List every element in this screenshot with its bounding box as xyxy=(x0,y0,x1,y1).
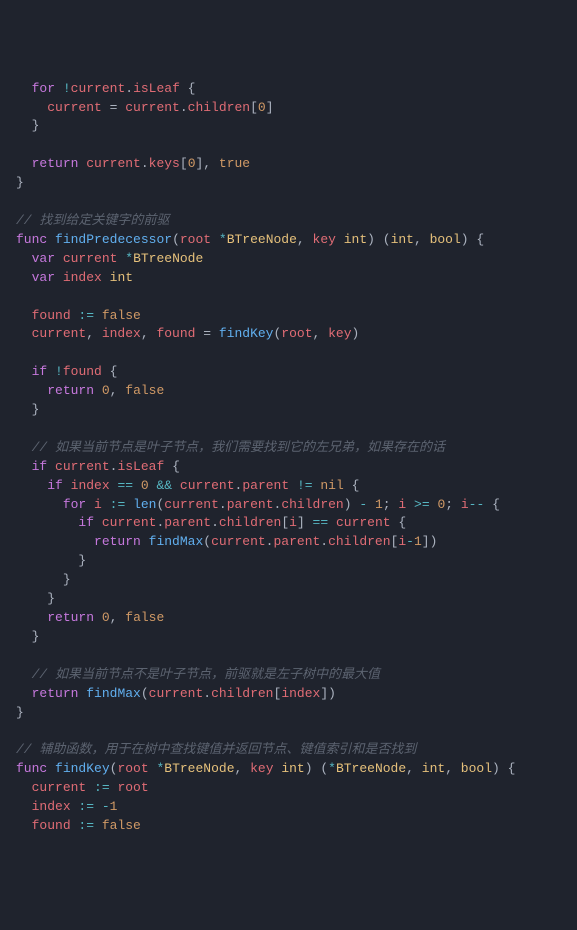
code-line: func findPredecessor(root *BTreeNode, ke… xyxy=(16,232,484,247)
code-line: found := false xyxy=(16,818,141,833)
comment: // 如果当前节点是叶子节点，我们需要找到它的左兄弟，如果存在的话 xyxy=(32,440,445,455)
code-line xyxy=(16,345,24,360)
code-line: } xyxy=(16,629,39,644)
code-line: var current *BTreeNode xyxy=(16,251,203,266)
code-line: for i := len(current.parent.children) - … xyxy=(16,497,500,512)
code-line xyxy=(16,194,24,209)
code-line xyxy=(16,137,24,152)
comment: // 辅助函数，用于在树中查找键值并返回节点、键值索引和是否找到 xyxy=(16,742,416,757)
comment: // 如果当前节点不是叶子节点，前驱就是左子树中的最大值 xyxy=(32,667,380,682)
code-line: if current.parent.children[i] == current… xyxy=(16,515,406,530)
code-line: current := root xyxy=(16,780,149,795)
code-line: } xyxy=(16,175,24,190)
code-line: if index == 0 && current.parent != nil { xyxy=(16,478,359,493)
code-line: return current.keys[0], true xyxy=(16,156,250,171)
code-line: } xyxy=(16,118,39,133)
code-line xyxy=(16,421,24,436)
code-line xyxy=(16,289,24,304)
code-line: func findKey(root *BTreeNode, key int) (… xyxy=(16,761,515,776)
code-line: } xyxy=(16,591,55,606)
code-line: current = current.children[0] xyxy=(16,100,274,115)
code-line: } xyxy=(16,572,71,587)
code-line: // 找到给定关键字的前驱 xyxy=(16,213,169,228)
code-line: var index int xyxy=(16,270,133,285)
code-line: // 如果当前节点不是叶子节点，前驱就是左子树中的最大值 xyxy=(16,667,380,682)
code-line: } xyxy=(16,705,24,720)
code-line: } xyxy=(16,553,86,568)
code-line: // 如果当前节点是叶子节点，我们需要找到它的左兄弟，如果存在的话 xyxy=(16,440,445,455)
code-line: if !found { xyxy=(16,364,117,379)
code-line: current, index, found = findKey(root, ke… xyxy=(16,326,359,341)
code-line: return findMax(current.children[index]) xyxy=(16,686,336,701)
code-line xyxy=(16,648,24,663)
code-line: return findMax(current.parent.children[i… xyxy=(16,534,437,549)
code-line: index := -1 xyxy=(16,799,117,814)
code-line: if current.isLeaf { xyxy=(16,459,180,474)
code-line xyxy=(16,723,24,738)
code-line: return 0, false xyxy=(16,383,164,398)
code-line: for !current.isLeaf { xyxy=(16,81,195,96)
code-line: found := false xyxy=(16,308,141,323)
code-line: // 辅助函数，用于在树中查找键值并返回节点、键值索引和是否找到 xyxy=(16,742,416,757)
code-editor[interactable]: for !current.isLeaf { current = current.… xyxy=(16,80,577,836)
comment: // 找到给定关键字的前驱 xyxy=(16,213,169,228)
code-line: } xyxy=(16,402,39,417)
code-line: return 0, false xyxy=(16,610,164,625)
